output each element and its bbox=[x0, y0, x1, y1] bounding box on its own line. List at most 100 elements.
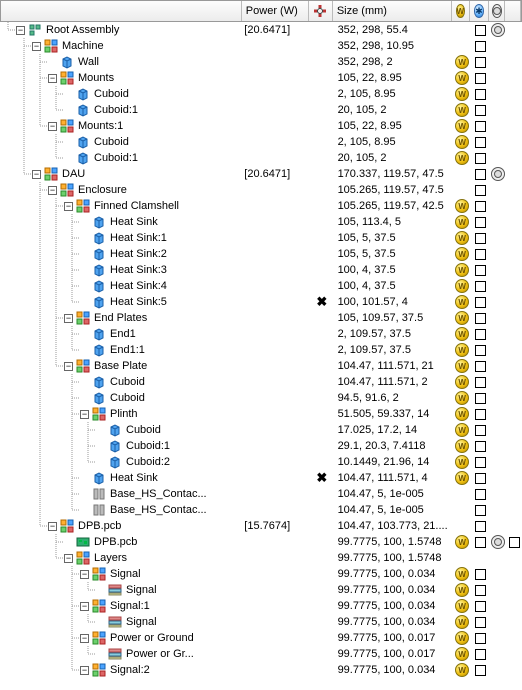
checkbox[interactable] bbox=[475, 297, 486, 308]
target-badge[interactable] bbox=[491, 23, 505, 37]
checkbox[interactable] bbox=[475, 169, 486, 180]
checkbox[interactable] bbox=[475, 361, 486, 372]
expander[interactable]: − bbox=[48, 122, 57, 131]
tree-row[interactable]: Cuboid:120, 105, 2W bbox=[0, 102, 522, 118]
material-badge[interactable]: W bbox=[455, 247, 469, 261]
tree-row[interactable]: Cuboid:210.1449, 21.96, 14W bbox=[0, 454, 522, 470]
checkbox[interactable] bbox=[475, 105, 486, 116]
tree-row[interactable]: −Signal99.7775, 100, 0.034W bbox=[0, 566, 522, 582]
checkbox[interactable] bbox=[475, 233, 486, 244]
material-badge[interactable]: W bbox=[455, 567, 469, 581]
checkbox[interactable] bbox=[475, 649, 486, 660]
checkbox[interactable] bbox=[509, 537, 520, 548]
tree-row[interactable]: −Base Plate104.47, 111.571, 21W bbox=[0, 358, 522, 374]
expander[interactable]: − bbox=[80, 570, 89, 579]
expander[interactable]: − bbox=[80, 666, 89, 675]
expander[interactable]: − bbox=[32, 42, 41, 51]
tree-row[interactable]: Cuboid2, 105, 8.95W bbox=[0, 134, 522, 150]
tree-row[interactable]: Heat Sink105, 113.4, 5W bbox=[0, 214, 522, 230]
checkbox[interactable] bbox=[475, 73, 486, 84]
material-badge[interactable]: W bbox=[455, 439, 469, 453]
tree-row[interactable]: −Mounts105, 22, 8.95W bbox=[0, 70, 522, 86]
checkbox[interactable] bbox=[475, 473, 486, 484]
checkbox[interactable] bbox=[475, 345, 486, 356]
tree-row[interactable]: Heat Sink✖104.47, 111.571, 4W bbox=[0, 470, 522, 486]
material-badge[interactable]: W bbox=[455, 119, 469, 133]
material-badge[interactable]: W bbox=[455, 279, 469, 293]
expander[interactable]: − bbox=[64, 554, 73, 563]
tree-row[interactable]: Heat Sink:5✖100, 101.57, 4W bbox=[0, 294, 522, 310]
material-badge[interactable]: W bbox=[455, 231, 469, 245]
material-badge[interactable]: W bbox=[455, 215, 469, 229]
tree-row[interactable]: −End Plates105, 109.57, 37.5W bbox=[0, 310, 522, 326]
checkbox[interactable] bbox=[475, 393, 486, 404]
expander[interactable]: − bbox=[64, 314, 73, 323]
target-badge[interactable] bbox=[491, 535, 505, 549]
tree-row[interactable]: Cuboid17.025, 17.2, 14W bbox=[0, 422, 522, 438]
tree-row[interactable]: −Plinth51.505, 59.337, 14W bbox=[0, 406, 522, 422]
material-badge[interactable]: W bbox=[455, 71, 469, 85]
tree-row[interactable]: Base_HS_Contac...104.47, 5, 1e-005 bbox=[0, 486, 522, 502]
checkbox[interactable] bbox=[475, 41, 486, 52]
material-badge[interactable]: W bbox=[455, 263, 469, 277]
tree-row[interactable]: Cuboid:129.1, 20.3, 7.4118W bbox=[0, 438, 522, 454]
checkbox[interactable] bbox=[475, 617, 486, 628]
checkbox[interactable] bbox=[475, 201, 486, 212]
material-badge[interactable]: W bbox=[455, 423, 469, 437]
material-badge[interactable]: W bbox=[455, 87, 469, 101]
tree-row[interactable]: −Signal:199.7775, 100, 0.034W bbox=[0, 598, 522, 614]
material-badge[interactable]: W bbox=[455, 615, 469, 629]
material-badge[interactable]: W bbox=[455, 151, 469, 165]
column-material[interactable]: W bbox=[452, 1, 470, 21]
tree-row[interactable]: Heat Sink:1105, 5, 37.5W bbox=[0, 230, 522, 246]
tree-row[interactable]: −Finned Clamshell105.265, 119.57, 42.5W bbox=[0, 198, 522, 214]
expander[interactable]: − bbox=[64, 362, 73, 371]
material-badge[interactable]: W bbox=[455, 343, 469, 357]
material-badge[interactable]: W bbox=[455, 631, 469, 645]
tree-row[interactable]: −DPB.pcb[15.7674]104.47, 103.773, 21.... bbox=[0, 518, 522, 534]
tree-row[interactable]: End1:12, 109.57, 37.5W bbox=[0, 342, 522, 358]
checkbox[interactable] bbox=[475, 25, 486, 36]
tree-row[interactable]: −Mounts:1105, 22, 8.95W bbox=[0, 118, 522, 134]
checkbox[interactable] bbox=[475, 569, 486, 580]
checkbox[interactable] bbox=[475, 265, 486, 276]
tree-row[interactable]: −Power or Ground99.7775, 100, 0.017W bbox=[0, 630, 522, 646]
checkbox[interactable] bbox=[475, 89, 486, 100]
material-badge[interactable]: W bbox=[455, 375, 469, 389]
checkbox[interactable] bbox=[475, 489, 486, 500]
expander[interactable]: − bbox=[64, 202, 73, 211]
checkbox[interactable] bbox=[475, 537, 486, 548]
material-badge[interactable]: W bbox=[455, 199, 469, 213]
checkbox[interactable] bbox=[475, 457, 486, 468]
tree-row[interactable]: Power or Gr...99.7775, 100, 0.017W bbox=[0, 646, 522, 662]
expander[interactable]: − bbox=[48, 522, 57, 531]
tree-row[interactable]: Signal99.7775, 100, 0.034W bbox=[0, 582, 522, 598]
tree-row[interactable]: Cuboid104.47, 111.571, 2W bbox=[0, 374, 522, 390]
checkbox[interactable] bbox=[475, 153, 486, 164]
expander[interactable]: − bbox=[80, 634, 89, 643]
tree-row[interactable]: End12, 109.57, 37.5W bbox=[0, 326, 522, 342]
tree-row[interactable]: −Root Assembly[20.6471]352, 298, 55.4 bbox=[0, 22, 522, 38]
checkbox[interactable] bbox=[475, 425, 486, 436]
tree-row[interactable]: Cuboid94.5, 91.6, 2W bbox=[0, 390, 522, 406]
expander[interactable]: − bbox=[16, 26, 25, 35]
material-badge[interactable]: W bbox=[455, 535, 469, 549]
column-name[interactable] bbox=[1, 1, 242, 21]
column-source-icon[interactable] bbox=[309, 1, 333, 21]
tree-row[interactable]: Cuboid2, 105, 8.95W bbox=[0, 86, 522, 102]
material-badge[interactable]: W bbox=[455, 327, 469, 341]
material-badge[interactable]: W bbox=[455, 55, 469, 69]
material-badge[interactable]: W bbox=[455, 583, 469, 597]
tree-row[interactable]: Signal99.7775, 100, 0.034W bbox=[0, 614, 522, 630]
material-badge[interactable]: W bbox=[455, 599, 469, 613]
checkbox[interactable] bbox=[475, 505, 486, 516]
material-badge[interactable]: W bbox=[455, 407, 469, 421]
tree-row[interactable]: −Signal:299.7775, 100, 0.034W bbox=[0, 662, 522, 678]
material-badge[interactable]: W bbox=[455, 391, 469, 405]
tree-row[interactable]: Heat Sink:2105, 5, 37.5W bbox=[0, 246, 522, 262]
checkbox[interactable] bbox=[475, 185, 486, 196]
tree-row[interactable]: −DAU[20.6471]170.337, 119.57, 47.5 bbox=[0, 166, 522, 182]
checkbox[interactable] bbox=[475, 441, 486, 452]
tree-row[interactable]: Heat Sink:3100, 4, 37.5W bbox=[0, 262, 522, 278]
tree-row[interactable]: Wall352, 298, 2W bbox=[0, 54, 522, 70]
